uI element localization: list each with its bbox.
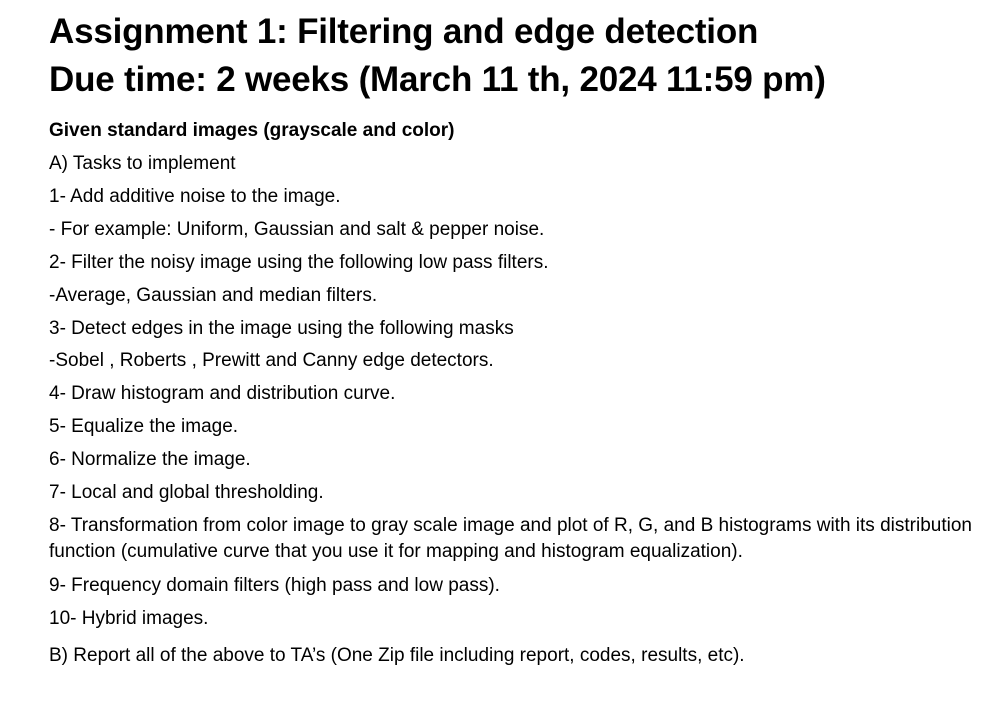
list-item: 1- Add additive noise to the image. [49, 186, 341, 207]
page-title: Assignment 1: Filtering and edge detecti… [49, 12, 759, 51]
section-a-heading: A) Tasks to implement [49, 153, 236, 174]
due-date-heading: Due time: 2 weeks (March 11 th, 2024 11:… [49, 60, 826, 99]
intro-text: Given standard images (grayscale and col… [49, 120, 455, 141]
assignment-page: Assignment 1: Filtering and edge detecti… [0, 0, 1000, 711]
list-item: 3- Detect edges in the image using the f… [49, 318, 514, 339]
section-b-text: B) Report all of the above to TA’s (One … [49, 645, 745, 666]
list-item: 10- Hybrid images. [49, 608, 209, 629]
list-item: 4- Draw histogram and distribution curve… [49, 383, 396, 404]
list-item: 9- Frequency domain filters (high pass a… [49, 575, 500, 596]
list-item: - For example: Uniform, Gaussian and sal… [49, 219, 545, 240]
list-item: 5- Equalize the image. [49, 416, 239, 437]
list-item: -Average, Gaussian and median filters. [49, 285, 378, 306]
list-item: 7- Local and global thresholding. [49, 482, 324, 503]
list-item: 6- Normalize the image. [49, 449, 251, 470]
list-item: 8- Transformation from color image to gr… [49, 515, 972, 562]
list-item: 2- Filter the noisy image using the foll… [49, 252, 549, 273]
list-item: -Sobel , Roberts , Prewitt and Canny edg… [49, 350, 494, 371]
